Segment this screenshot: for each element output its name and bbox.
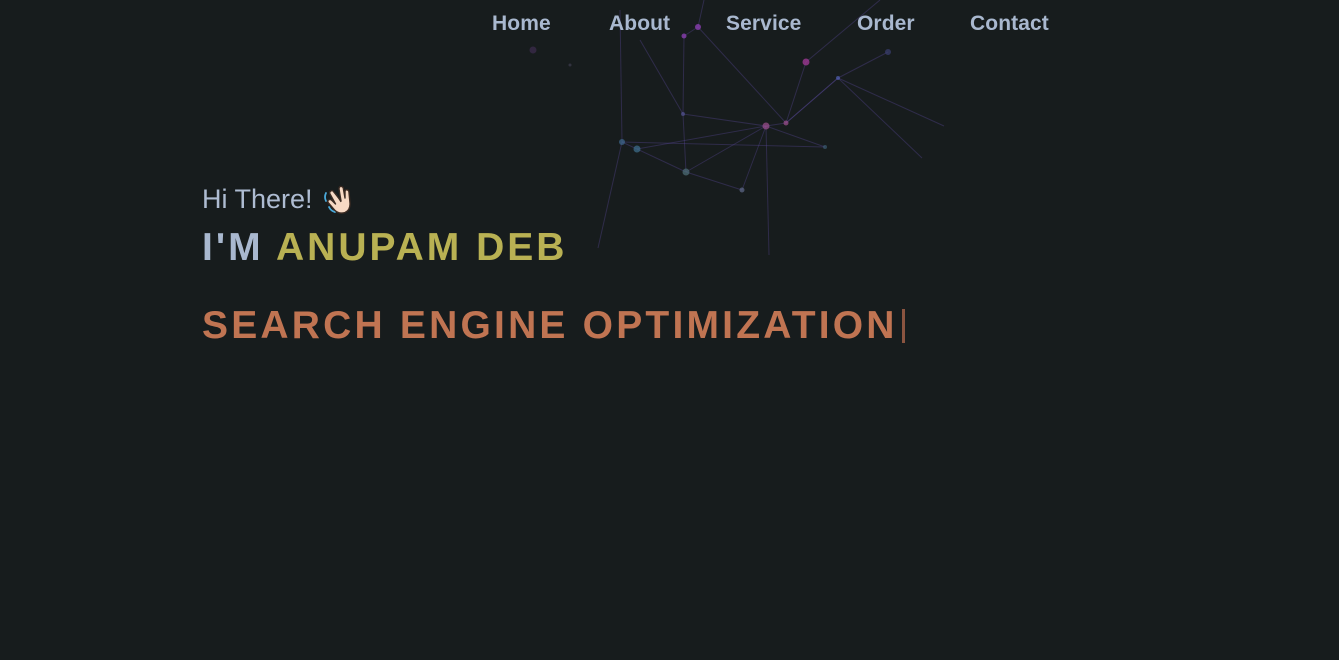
typewriter-text: SEARCH ENGINE OPTIMIZATION — [202, 304, 905, 348]
owner-name: ANUPAM DEB — [276, 226, 568, 269]
nav-item-contact[interactable]: Contact — [970, 12, 1049, 36]
page: Home About Service Order Contact Hi Ther… — [0, 0, 1339, 660]
nav-item-home[interactable]: Home — [492, 12, 551, 36]
typing-cursor — [901, 309, 905, 343]
hero-section: Hi There! I'M ANUPAM DEB SEARCH ENGINE O… — [202, 180, 905, 348]
nav-item-about[interactable]: About — [609, 12, 670, 36]
greeting: Hi There! — [202, 180, 905, 218]
greeting-text: Hi There! — [202, 183, 313, 214]
waving-hand-icon — [323, 183, 355, 215]
headline-prefix: I'M — [202, 226, 264, 269]
nav-item-service[interactable]: Service — [726, 12, 801, 36]
typed-text: SEARCH ENGINE OPTIMIZATION — [202, 304, 898, 347]
nav-item-order[interactable]: Order — [857, 12, 915, 36]
top-navigation: Home About Service Order Contact — [0, 0, 1339, 50]
headline: I'M ANUPAM DEB — [202, 226, 905, 270]
